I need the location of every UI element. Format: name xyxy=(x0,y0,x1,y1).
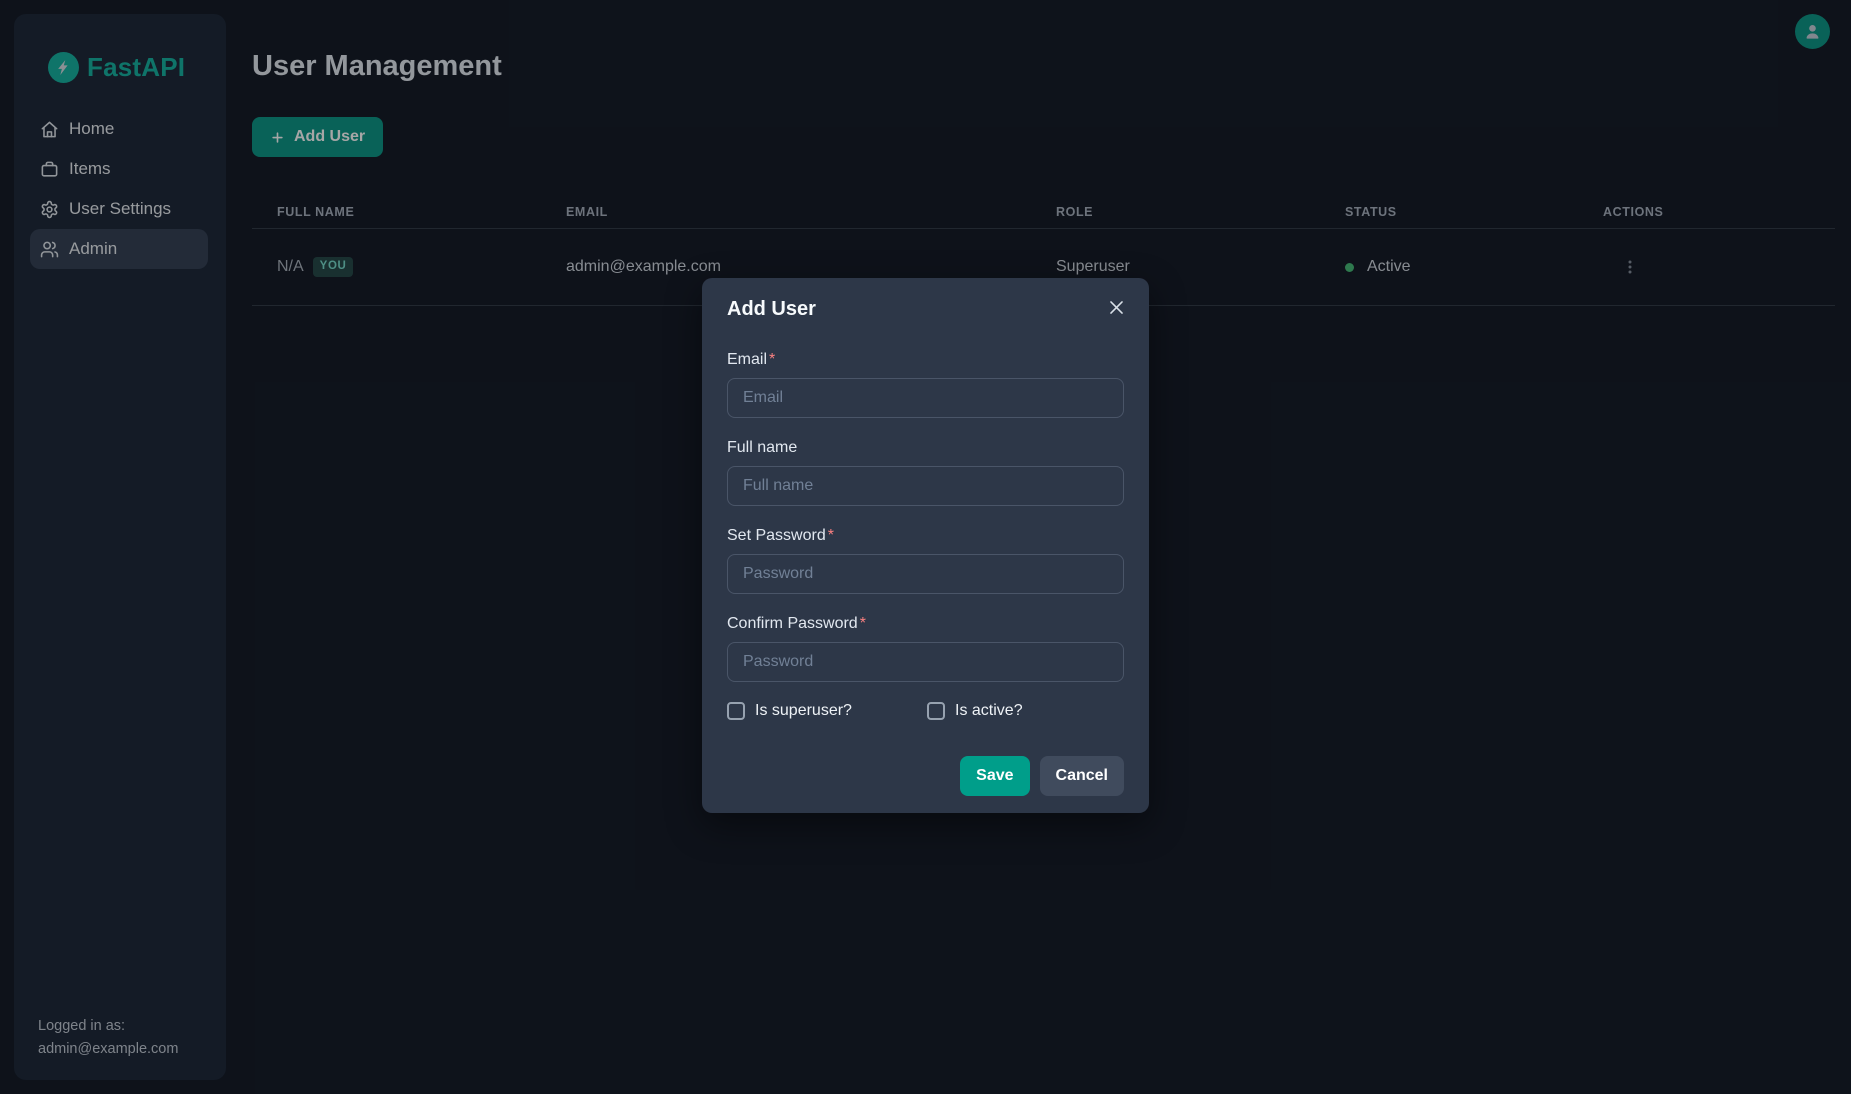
modal-footer: Save Cancel xyxy=(727,756,1124,796)
set-password-field-group: Set Password* xyxy=(727,526,1124,594)
add-user-modal: Add User Email* Full name Set Password* … xyxy=(702,278,1149,813)
required-asterisk: * xyxy=(769,351,775,368)
email-label: Email* xyxy=(727,350,1124,370)
confirm-password-label: Confirm Password* xyxy=(727,614,1124,634)
is-superuser-checkbox[interactable]: Is superuser? xyxy=(727,702,927,720)
modal-checkbox-row: Is superuser? Is active? xyxy=(727,702,1124,720)
is-active-label: Is active? xyxy=(955,702,1023,720)
set-password-label: Set Password* xyxy=(727,526,1124,546)
email-input[interactable] xyxy=(727,378,1124,418)
required-asterisk: * xyxy=(828,527,834,544)
modal-close-button[interactable] xyxy=(1105,296,1128,322)
close-icon xyxy=(1107,298,1126,317)
cancel-button[interactable]: Cancel xyxy=(1040,756,1124,796)
email-field-group: Email* xyxy=(727,350,1124,418)
password-input[interactable] xyxy=(727,554,1124,594)
save-button[interactable]: Save xyxy=(960,756,1029,796)
is-superuser-label: Is superuser? xyxy=(755,702,852,720)
modal-title: Add User xyxy=(727,298,816,321)
checkbox-box-icon[interactable] xyxy=(727,702,745,720)
confirm-password-field-group: Confirm Password* xyxy=(727,614,1124,682)
checkbox-box-icon[interactable] xyxy=(927,702,945,720)
modal-header: Add User xyxy=(727,298,1124,322)
full-name-field-group: Full name xyxy=(727,438,1124,506)
is-active-checkbox[interactable]: Is active? xyxy=(927,702,1023,720)
full-name-input[interactable] xyxy=(727,466,1124,506)
confirm-password-input[interactable] xyxy=(727,642,1124,682)
required-asterisk: * xyxy=(860,615,866,632)
full-name-label: Full name xyxy=(727,438,1124,458)
